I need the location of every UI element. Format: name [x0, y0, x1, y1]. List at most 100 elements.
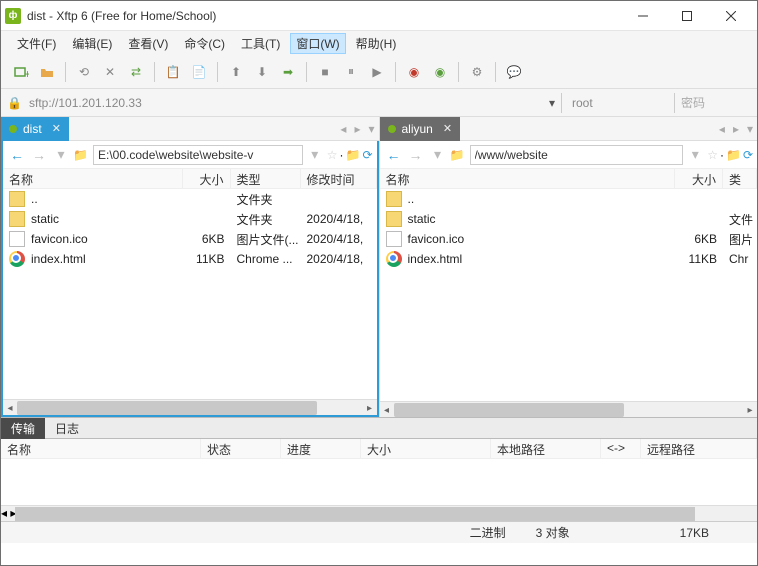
- tab-menu-icon[interactable]: ▾: [364, 122, 378, 136]
- col-status[interactable]: 状态: [201, 439, 281, 458]
- disconnect-button[interactable]: ✕: [98, 60, 122, 84]
- col-size[interactable]: 大小: [675, 169, 723, 188]
- local-file-list[interactable]: ..文件夹static文件夹2020/4/18,favicon.ico6KB图片…: [3, 189, 377, 399]
- tab-dist[interactable]: dist ✕: [1, 117, 69, 141]
- col-type[interactable]: 类型: [723, 169, 757, 188]
- menu-window[interactable]: 窗口(W): [290, 33, 345, 54]
- new-session-button[interactable]: +: [9, 60, 33, 84]
- tab-prev-icon[interactable]: ◂: [336, 122, 350, 136]
- col-name[interactable]: 名称: [3, 169, 183, 188]
- settings-button[interactable]: ⚙: [465, 60, 489, 84]
- scroll-right-icon[interactable]: ▸: [363, 400, 377, 416]
- new-session-icon: +: [13, 64, 29, 80]
- list-item[interactable]: static文件夹2020/4/18,: [3, 209, 377, 229]
- col-local-path[interactable]: 本地路径: [491, 439, 601, 458]
- nav-forward-button[interactable]: →: [29, 145, 49, 165]
- paste-button[interactable]: 📄: [187, 60, 211, 84]
- close-tab-icon[interactable]: ✕: [52, 122, 61, 135]
- path-dropdown-icon[interactable]: ▾: [305, 145, 325, 165]
- reconnect-button[interactable]: ⟲: [72, 60, 96, 84]
- close-tab-icon[interactable]: ✕: [443, 122, 452, 135]
- pause-button[interactable]: ⏸: [339, 60, 363, 84]
- nav-dropdown-icon[interactable]: ▾: [428, 145, 448, 165]
- local-hscrollbar[interactable]: ◂ ▸: [3, 399, 377, 415]
- list-item[interactable]: static文件: [380, 209, 758, 229]
- list-item[interactable]: index.html11KBChr: [380, 249, 758, 269]
- list-item[interactable]: favicon.ico6KB图片: [380, 229, 758, 249]
- bookmark-icon[interactable]: ☆: [707, 148, 718, 162]
- download-button[interactable]: ⬇: [250, 60, 274, 84]
- close-button[interactable]: [709, 2, 753, 30]
- remote-hscrollbar[interactable]: ◂ ▸: [380, 401, 758, 417]
- help-button[interactable]: 💬: [502, 60, 526, 84]
- xftp-button[interactable]: ◉: [428, 60, 452, 84]
- file-icon: [386, 231, 402, 247]
- bookmark-icon[interactable]: ☆: [327, 148, 338, 162]
- nav-back-button[interactable]: ←: [384, 145, 404, 165]
- new-folder-icon[interactable]: 📁: [726, 148, 741, 162]
- menu-file[interactable]: 文件(F): [11, 33, 62, 54]
- scrollbar-thumb[interactable]: [17, 401, 317, 415]
- minimize-button[interactable]: [621, 2, 665, 30]
- remote-file-list[interactable]: ..static文件favicon.ico6KB图片index.html11KB…: [380, 189, 758, 401]
- tab-menu-icon[interactable]: ▾: [743, 122, 757, 136]
- scroll-left-icon[interactable]: ◂: [380, 402, 394, 418]
- col-type[interactable]: 类型: [231, 169, 301, 188]
- tab-next-icon[interactable]: ▸: [350, 122, 364, 136]
- col-name[interactable]: 名称: [1, 439, 201, 458]
- col-direction[interactable]: <->: [601, 439, 641, 458]
- menu-edit[interactable]: 编辑(E): [66, 33, 118, 54]
- tab-next-icon[interactable]: ▸: [729, 122, 743, 136]
- folder-icon: [9, 191, 25, 207]
- transfer-right-button[interactable]: ➡: [276, 60, 300, 84]
- col-name[interactable]: 名称: [380, 169, 676, 188]
- scrollbar-thumb[interactable]: [15, 507, 695, 521]
- list-item[interactable]: ..文件夹: [3, 189, 377, 209]
- scroll-left-icon[interactable]: ◂: [1, 506, 7, 520]
- separator: [674, 93, 675, 113]
- tab-log[interactable]: 日志: [45, 418, 89, 439]
- tab-transfer[interactable]: 传输: [1, 418, 45, 439]
- stop-button[interactable]: ■: [313, 60, 337, 84]
- address-dropdown-icon[interactable]: ▾: [549, 96, 555, 110]
- scroll-right-icon[interactable]: ▸: [743, 402, 757, 418]
- col-progress[interactable]: 进度: [281, 439, 361, 458]
- scrollbar-thumb[interactable]: [394, 403, 624, 417]
- nav-back-button[interactable]: ←: [7, 145, 27, 165]
- sync-button[interactable]: ⇄: [124, 60, 148, 84]
- path-dropdown-icon[interactable]: ▾: [685, 145, 705, 165]
- maximize-button[interactable]: [665, 2, 709, 30]
- upload-button[interactable]: ⬆: [224, 60, 248, 84]
- tab-aliyun[interactable]: aliyun ✕: [380, 117, 461, 141]
- col-size[interactable]: 大小: [361, 439, 491, 458]
- play-button[interactable]: ▶: [365, 60, 389, 84]
- nav-dropdown-icon[interactable]: ▾: [51, 145, 71, 165]
- open-session-button[interactable]: [35, 60, 59, 84]
- transfer-hscrollbar[interactable]: ◂ ▸: [1, 505, 757, 521]
- remote-path-input[interactable]: [470, 145, 684, 165]
- list-item[interactable]: favicon.ico6KB图片文件(...2020/4/18,: [3, 229, 377, 249]
- col-remote-path[interactable]: 远程路径: [641, 439, 757, 458]
- username-input[interactable]: root: [568, 96, 668, 110]
- col-size[interactable]: 大小: [183, 169, 231, 188]
- new-folder-icon[interactable]: 📁: [345, 148, 360, 162]
- local-path-input[interactable]: [93, 145, 303, 165]
- col-date[interactable]: 修改时间: [301, 169, 377, 188]
- address-input[interactable]: [29, 96, 543, 110]
- separator: [561, 93, 562, 113]
- copy-button[interactable]: 📋: [161, 60, 185, 84]
- password-input[interactable]: 密码: [681, 94, 751, 111]
- nav-forward-button[interactable]: →: [406, 145, 426, 165]
- xshell-button[interactable]: ◉: [402, 60, 426, 84]
- list-item[interactable]: ..: [380, 189, 758, 209]
- transfer-list[interactable]: [1, 459, 757, 505]
- menu-command[interactable]: 命令(C): [178, 33, 231, 54]
- menu-view[interactable]: 查看(V): [122, 33, 174, 54]
- scroll-left-icon[interactable]: ◂: [3, 400, 17, 416]
- menu-tools[interactable]: 工具(T): [235, 33, 286, 54]
- menu-help[interactable]: 帮助(H): [350, 33, 403, 54]
- list-item[interactable]: index.html11KBChrome ...2020/4/18,: [3, 249, 377, 269]
- refresh-icon[interactable]: ⟳: [743, 148, 753, 162]
- refresh-icon[interactable]: ⟳: [362, 148, 372, 162]
- tab-prev-icon[interactable]: ◂: [715, 122, 729, 136]
